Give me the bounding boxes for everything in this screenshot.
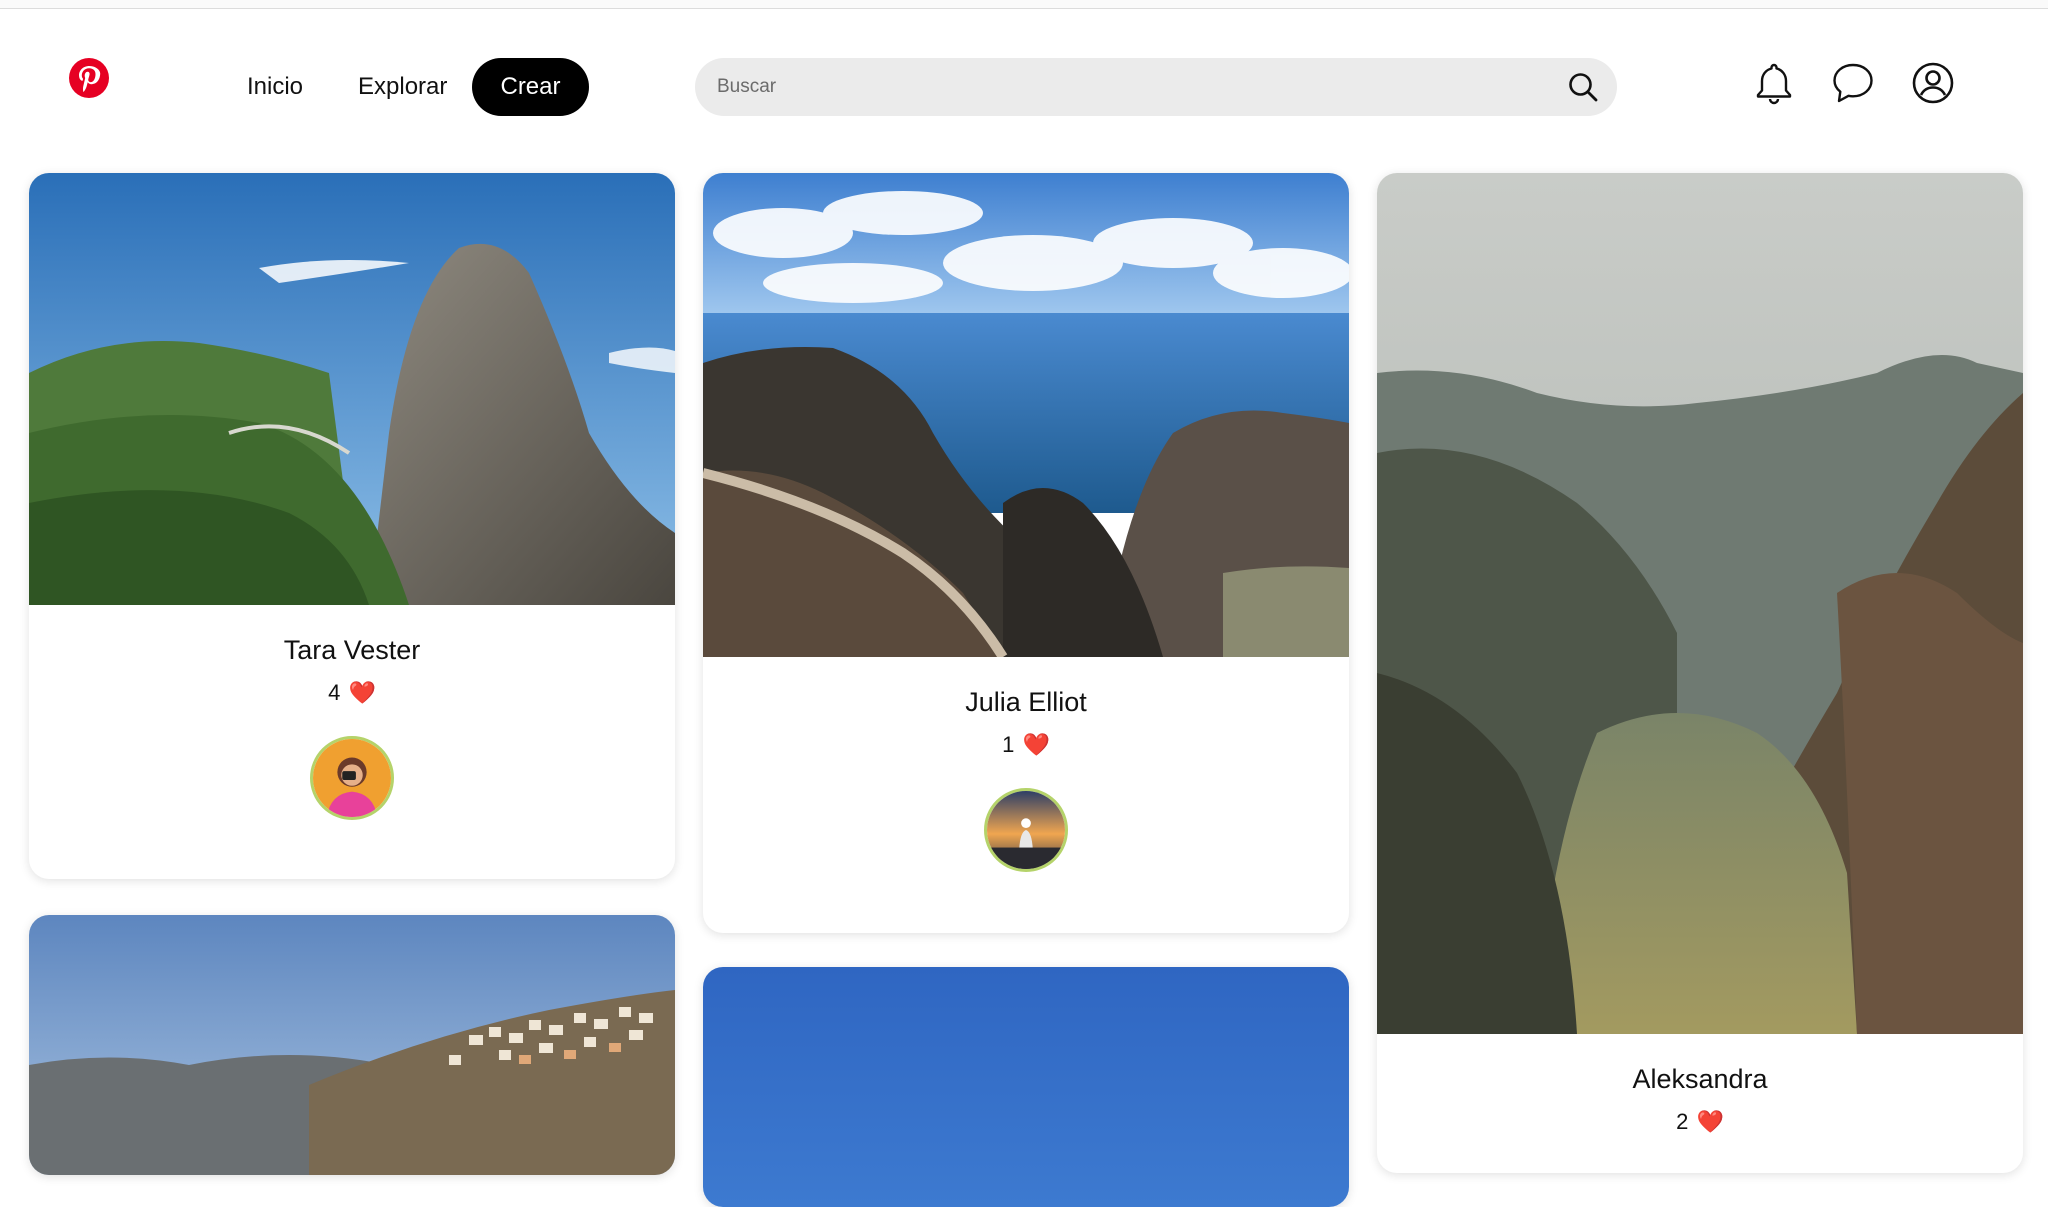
avatar[interactable] <box>984 788 1068 872</box>
likes-count: 2 <box>1676 1109 1689 1134</box>
search-icon[interactable] <box>1567 71 1599 103</box>
pin-likes: 2 ❤️ <box>1377 1109 2023 1135</box>
nav-crear-button[interactable]: Crear <box>472 58 589 116</box>
top-header: Inicio Explorar Crear <box>0 10 2048 150</box>
likes-count: 4 <box>328 680 341 705</box>
pin-image-canyon[interactable] <box>1377 173 2023 1034</box>
browser-top-edge <box>0 0 2048 9</box>
search-input[interactable] <box>717 58 1537 116</box>
heart-icon[interactable]: ❤️ <box>1022 732 1049 757</box>
chat-icon[interactable] <box>1830 60 1876 106</box>
heart-icon[interactable]: ❤️ <box>1696 1109 1723 1134</box>
pin-image-sea-cliff[interactable] <box>703 173 1349 657</box>
nav-explorar-link[interactable]: Explorar <box>358 58 447 116</box>
user-icon[interactable] <box>1910 60 1956 106</box>
pin-card[interactable] <box>703 967 1349 1207</box>
pin-image-village[interactable] <box>29 915 675 1175</box>
pin-author-name: Aleksandra <box>1632 1064 1768 1094</box>
pin-likes: 1 ❤️ <box>703 732 1349 758</box>
pin-likes: 4 ❤️ <box>29 680 675 706</box>
pinterest-logo-icon[interactable] <box>68 57 110 99</box>
pin-image-rock-mountain[interactable] <box>29 173 675 605</box>
pin-image-blue-sky[interactable] <box>703 967 1349 1207</box>
pin-card[interactable]: Aleksandra 2 ❤️ <box>1377 173 2023 1173</box>
pin-card[interactable]: Julia Elliot 1 ❤️ <box>703 173 1349 933</box>
pin-author-name: Julia Elliot <box>965 687 1087 717</box>
pin-author-name: Tara Vester <box>283 635 421 665</box>
likes-count: 1 <box>1002 732 1015 757</box>
avatar[interactable] <box>310 736 394 820</box>
search-bar <box>695 58 1617 116</box>
pin-card[interactable]: Tara Vester 4 ❤️ <box>29 173 675 879</box>
heart-icon[interactable]: ❤️ <box>348 680 375 705</box>
pin-card[interactable] <box>29 915 675 1175</box>
bell-icon[interactable] <box>1751 60 1797 106</box>
nav-inicio-link[interactable]: Inicio <box>247 58 303 116</box>
